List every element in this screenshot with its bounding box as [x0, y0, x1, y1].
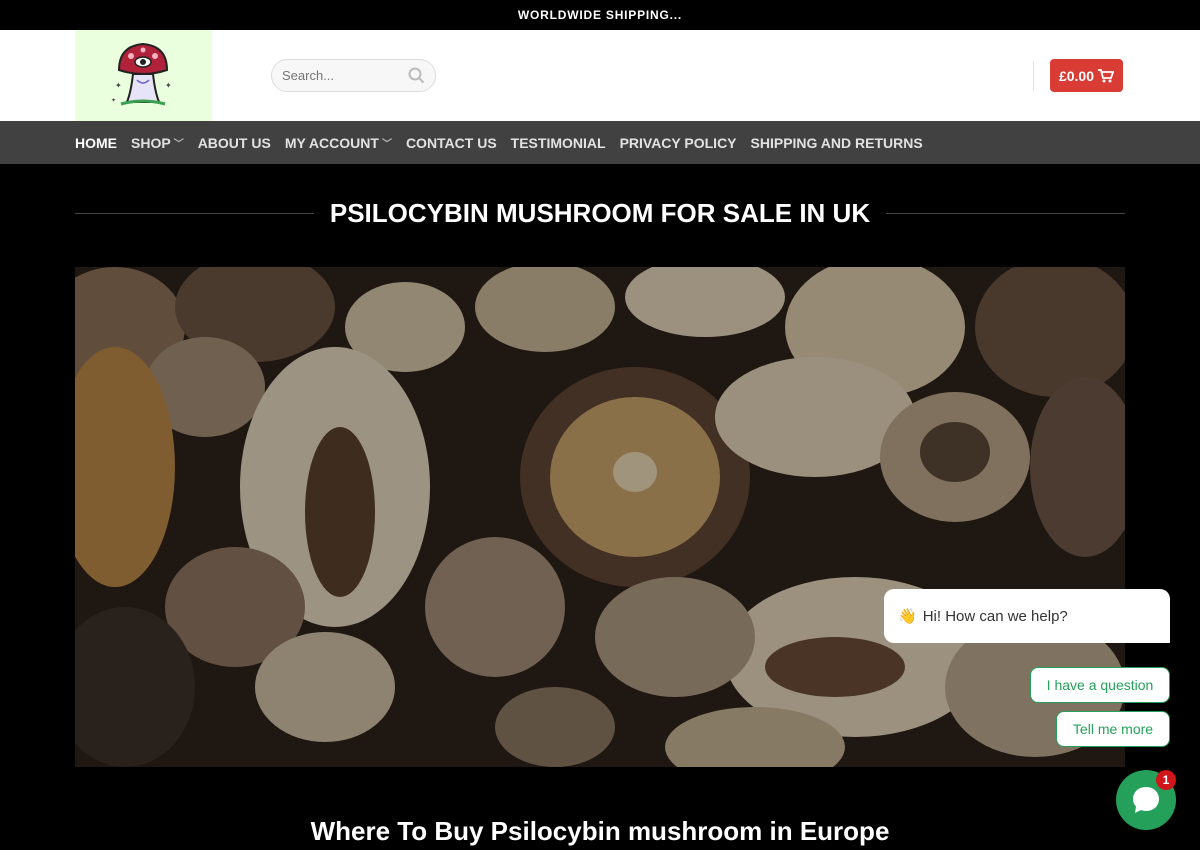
search-input[interactable]	[272, 60, 402, 91]
cart-button[interactable]: £0.00	[1050, 59, 1123, 92]
dried-mushrooms-image	[75, 267, 1125, 767]
title-divider-right	[886, 212, 1125, 214]
cart-icon	[1098, 68, 1115, 82]
chat-greeting-bubble: 👋 Hi! How can we help?	[884, 589, 1170, 643]
nav-item-label: HOME	[75, 134, 117, 151]
search-icon[interactable]	[408, 67, 425, 89]
nav-item-my-account[interactable]: MY ACCOUNT ﹀	[285, 135, 392, 151]
chevron-down-icon: ﹀	[381, 139, 392, 150]
nav-item-label: TESTIMONIAL	[510, 134, 606, 151]
nav-item-home[interactable]: HOME	[75, 135, 117, 151]
svg-text:✦: ✦	[165, 81, 172, 90]
nav-item-contact-us[interactable]: CONTACT US	[406, 135, 497, 151]
section-heading: Where To Buy Psilocybin mushroom in Euro…	[310, 816, 890, 846]
nav-item-label: MY ACCOUNT	[284, 134, 379, 151]
svg-text:✦: ✦	[111, 97, 116, 104]
svg-text:✦: ✦	[115, 81, 122, 90]
nav-item-shipping-returns[interactable]: SHIPPING AND RETURNS	[751, 135, 923, 151]
chat-option-label: Tell me more	[1072, 721, 1154, 737]
mushroom-logo-icon: ✦ ✦ ✦	[111, 42, 172, 106]
chat-greeting-text: Hi! How can we help?	[922, 607, 1068, 625]
chat-option-question-button[interactable]: I have a question	[1030, 667, 1170, 703]
chat-option-more-button[interactable]: Tell me more	[1056, 711, 1170, 747]
notification-badge: 1	[1156, 770, 1176, 790]
waving-hand-icon: 👋	[898, 608, 917, 625]
nav-item-label: SHIPPING AND RETURNS	[750, 134, 923, 151]
cart-amount: £0.00	[1058, 67, 1095, 84]
nav-item-label: SHOP	[131, 134, 171, 151]
chevron-down-icon: ﹀	[173, 139, 184, 150]
nav-item-label: CONTACT US	[405, 134, 497, 151]
main-navigation: HOME SHOP ﹀ ABOUT US MY ACCOUNT ﹀ CONTAC…	[0, 121, 1200, 164]
page-title-section: PSILOCYBIN MUSHROOM FOR SALE IN UK	[75, 192, 1125, 234]
chat-bubble-icon	[1133, 787, 1159, 813]
nav-item-label: ABOUT US	[197, 134, 271, 151]
nav-item-testimonial[interactable]: TESTIMONIAL	[511, 135, 606, 151]
search-box[interactable]	[271, 59, 436, 92]
nav-item-privacy-policy[interactable]: PRIVACY POLICY	[620, 135, 737, 151]
page-title: PSILOCYBIN MUSHROOM FOR SALE IN UK	[329, 197, 871, 228]
site-header: ✦ ✦ ✦ £0.00	[0, 30, 1200, 121]
announcement-text: WORLDWIDE SHIPPING...	[517, 8, 683, 22]
nav-item-shop[interactable]: SHOP ﹀	[131, 135, 184, 151]
announcement-bar: WORLDWIDE SHIPPING...	[0, 0, 1200, 30]
title-divider-left	[75, 212, 314, 214]
chat-option-label: I have a question	[1046, 677, 1154, 693]
nav-item-about-us[interactable]: ABOUT US	[198, 135, 271, 151]
hero-image	[75, 267, 1125, 767]
nav-item-label: PRIVACY POLICY	[619, 134, 737, 151]
header-divider	[1033, 61, 1034, 91]
site-logo[interactable]: ✦ ✦ ✦	[75, 30, 212, 121]
